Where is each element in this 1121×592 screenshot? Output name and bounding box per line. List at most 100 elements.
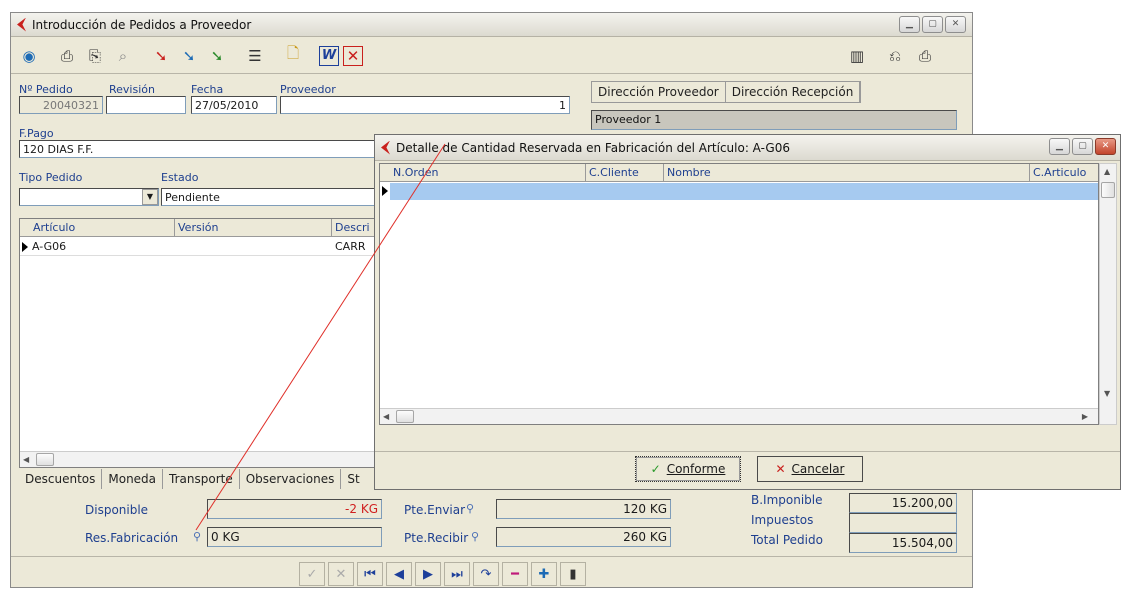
minimize-button[interactable]: ▁ — [899, 16, 920, 33]
detail-vscrollbar[interactable]: ▲ ▼ — [1099, 163, 1117, 425]
res-fabricacion-search-icon[interactable]: ⚲ — [193, 530, 201, 543]
navigator-bar: ✓ ✕ ⏮ ◀ ▶ ⏭ ↷ ━ ✚ ▮ — [299, 562, 586, 586]
delete-icon[interactable]: ✕ — [343, 45, 363, 66]
cancel-x-icon: ✕ — [775, 462, 786, 476]
chevron-down-icon[interactable]: ▼ — [142, 189, 158, 205]
import-green-icon[interactable]: ➘ — [205, 44, 229, 68]
lines-hscrollbar[interactable]: ◀ — [20, 451, 378, 467]
col-c-cliente[interactable]: C.Cliente — [586, 164, 664, 182]
next-icon[interactable]: ▶ — [415, 562, 441, 586]
globe-icon[interactable]: ◉ — [17, 44, 41, 68]
cancel-x-icon[interactable]: ✕ — [328, 562, 354, 586]
dialog-minimize-button[interactable]: ▁ — [1049, 138, 1070, 155]
conforme-button[interactable]: ✓ Conforme — [635, 456, 741, 482]
revision-field[interactable] — [106, 96, 186, 114]
estado-label: Estado — [161, 171, 199, 184]
new-document-icon[interactable]: 🗋 — [281, 44, 305, 68]
import-blue-icon[interactable]: ➘ — [177, 44, 201, 68]
col-n-orden[interactable]: N.Orden — [390, 164, 586, 182]
printer-list-icon[interactable]: ⎘ — [83, 44, 107, 68]
base-imponible-field: 15.200,00 — [849, 493, 957, 513]
conforme-label: Conforme — [666, 462, 726, 476]
disponible-label: Disponible — [85, 503, 149, 517]
fecha-field[interactable]: 27/05/2010 — [191, 96, 277, 114]
col-nombre[interactable]: Nombre — [664, 164, 1030, 182]
scroll-thumb[interactable] — [396, 410, 414, 423]
num-pedido-field[interactable]: 20040321 — [19, 96, 103, 114]
post-icon[interactable]: ▮ — [560, 562, 586, 586]
refresh-icon[interactable]: ↷ — [473, 562, 499, 586]
scroll-right-icon[interactable]: ▶ — [1082, 412, 1088, 421]
main-toolbar: ◉ ⎙ ⎘ ⌕ ➘ ➘ ➘ ☰ 🗋 W ✕ ▥ ⎌ ⎙ — [11, 38, 972, 74]
tipo-pedido-select[interactable] — [19, 188, 159, 206]
forma-pago-label: F.Pago — [19, 127, 54, 140]
base-imponible-label: B.Imponible — [751, 493, 823, 507]
check-icon: ✓ — [650, 462, 661, 476]
search-document-icon[interactable]: ⌕ — [111, 44, 135, 68]
add-icon[interactable]: ✚ — [531, 562, 557, 586]
last-icon[interactable]: ⏭ — [444, 562, 470, 586]
detail-hscrollbar[interactable]: ◀ ▶ — [380, 408, 1098, 424]
estado-field[interactable]: Pendiente — [161, 188, 381, 206]
detail-dialog: Detalle de Cantidad Reservada en Fabrica… — [374, 134, 1121, 490]
prev-icon[interactable]: ◀ — [386, 562, 412, 586]
dialog-maximize-button[interactable]: ▢ — [1072, 138, 1093, 155]
tab-observaciones[interactable]: Observaciones — [240, 469, 342, 489]
lines-grid-header: Artículo Versión Descri — [20, 219, 378, 237]
detail-grid[interactable]: N.Orden C.Cliente Nombre C.Articulo ◀ ▶ — [379, 163, 1099, 425]
detail-grid-header: N.Orden C.Cliente Nombre C.Articulo — [380, 164, 1098, 182]
tab-direccion-recepcion[interactable]: Dirección Recepción — [726, 82, 861, 102]
stack-icon[interactable]: ☰ — [243, 44, 267, 68]
dialog-close-button[interactable]: ✕ — [1095, 138, 1116, 155]
row-indicator-icon — [382, 186, 388, 196]
tab-descuentos[interactable]: Descuentos — [19, 469, 103, 489]
scroll-left-icon[interactable]: ◀ — [383, 412, 389, 421]
camera-icon[interactable]: ⎌ — [883, 44, 907, 68]
scroll-thumb[interactable] — [1101, 182, 1115, 198]
table-row[interactable]: A-G06 CARR — [20, 238, 378, 256]
proveedor-field[interactable]: 1 — [280, 96, 570, 114]
scroll-down-icon[interactable]: ▼ — [1104, 389, 1110, 398]
col-articulo[interactable]: Artículo — [30, 219, 175, 237]
forma-pago-field[interactable]: 120 DIAS F.F. — [19, 140, 379, 158]
lines-grid[interactable]: Artículo Versión Descri A-G06 CARR ◀ — [19, 218, 379, 468]
print-icon[interactable]: ⎙ — [913, 44, 937, 68]
scroll-up-icon[interactable]: ▲ — [1104, 167, 1110, 176]
cell-descripcion: CARR — [335, 240, 366, 253]
cancelar-button[interactable]: ✕ Cancelar — [757, 456, 863, 482]
printer-preview-icon[interactable]: ⎙ — [55, 44, 79, 68]
dialog-title: Detalle de Cantidad Reservada en Fabrica… — [396, 140, 790, 155]
dialog-titlebar: Detalle de Cantidad Reservada en Fabrica… — [375, 135, 1120, 161]
bottom-tabs: Descuentos Moneda Transporte Observacion… — [19, 469, 366, 489]
close-button[interactable]: ✕ — [945, 16, 966, 33]
address-field: Proveedor 1 — [591, 110, 957, 130]
word-icon[interactable]: W — [319, 45, 339, 66]
scroll-thumb[interactable] — [36, 453, 54, 466]
check-icon[interactable]: ✓ — [299, 562, 325, 586]
pte-recibir-search-icon[interactable]: ⚲ — [471, 530, 479, 543]
col-c-articulo[interactable]: C.Articulo — [1030, 164, 1098, 182]
pte-enviar-label: Pte.Enviar — [404, 503, 466, 517]
col-descripcion[interactable]: Descri — [332, 219, 378, 237]
pte-recibir-label: Pte.Recibir — [404, 531, 469, 545]
pte-recibir-field: 260 KG — [496, 527, 671, 547]
res-fabricacion-field: 0 KG — [207, 527, 382, 547]
tab-moneda[interactable]: Moneda — [102, 469, 164, 489]
tab-transporte[interactable]: Transporte — [163, 469, 240, 489]
scroll-left-icon[interactable]: ◀ — [23, 455, 29, 464]
main-window-title: Introducción de Pedidos a Proveedor — [32, 17, 252, 32]
first-icon[interactable]: ⏮ — [357, 562, 383, 586]
books-icon[interactable]: ▥ — [845, 44, 869, 68]
delete-record-icon[interactable]: ━ — [502, 562, 528, 586]
import-red-icon[interactable]: ➘ — [149, 44, 173, 68]
address-tabs: Dirección Proveedor Dirección Recepción — [591, 81, 862, 103]
impuestos-field — [849, 513, 957, 533]
pte-enviar-search-icon[interactable]: ⚲ — [466, 502, 474, 515]
impuestos-label: Impuestos — [751, 513, 814, 527]
table-row[interactable] — [380, 183, 1098, 200]
tab-stock[interactable]: St — [341, 469, 365, 489]
fecha-label: Fecha — [191, 83, 224, 96]
col-version[interactable]: Versión — [175, 219, 332, 237]
tab-direccion-proveedor[interactable]: Dirección Proveedor — [592, 82, 726, 102]
maximize-button[interactable]: ▢ — [922, 16, 943, 33]
